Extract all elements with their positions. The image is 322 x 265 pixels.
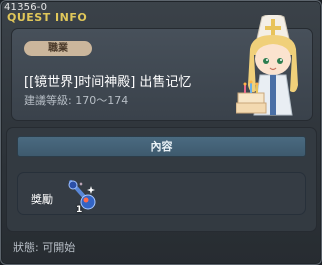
recommended-level: 建議等級: 170～174 (24, 94, 129, 107)
quest-name: [[镜世界]时间神殿] 出售记忆 (24, 75, 192, 90)
npc-portrait (236, 15, 298, 116)
reward-box: 獎勵 1 (17, 172, 306, 215)
reward-label: 獎勵 (31, 193, 53, 206)
job-badge: 職業 (24, 41, 92, 56)
reward-count: 1 (76, 205, 83, 215)
quest-info-window: 41356-0 QUEST INFO 職業 [[镜世界]时间神殿] 出售记忆 建… (0, 0, 322, 265)
quest-status: 狀態: 可開始 (13, 241, 76, 254)
tab-content[interactable]: 內容 (17, 136, 306, 157)
window-title: QUEST INFO (7, 11, 88, 24)
npc-card: 職業 [[镜世界]时间神殿] 出售记忆 建議等級: 170～174 (11, 15, 313, 121)
content-panel: 內容 獎勵 1 (6, 127, 317, 232)
